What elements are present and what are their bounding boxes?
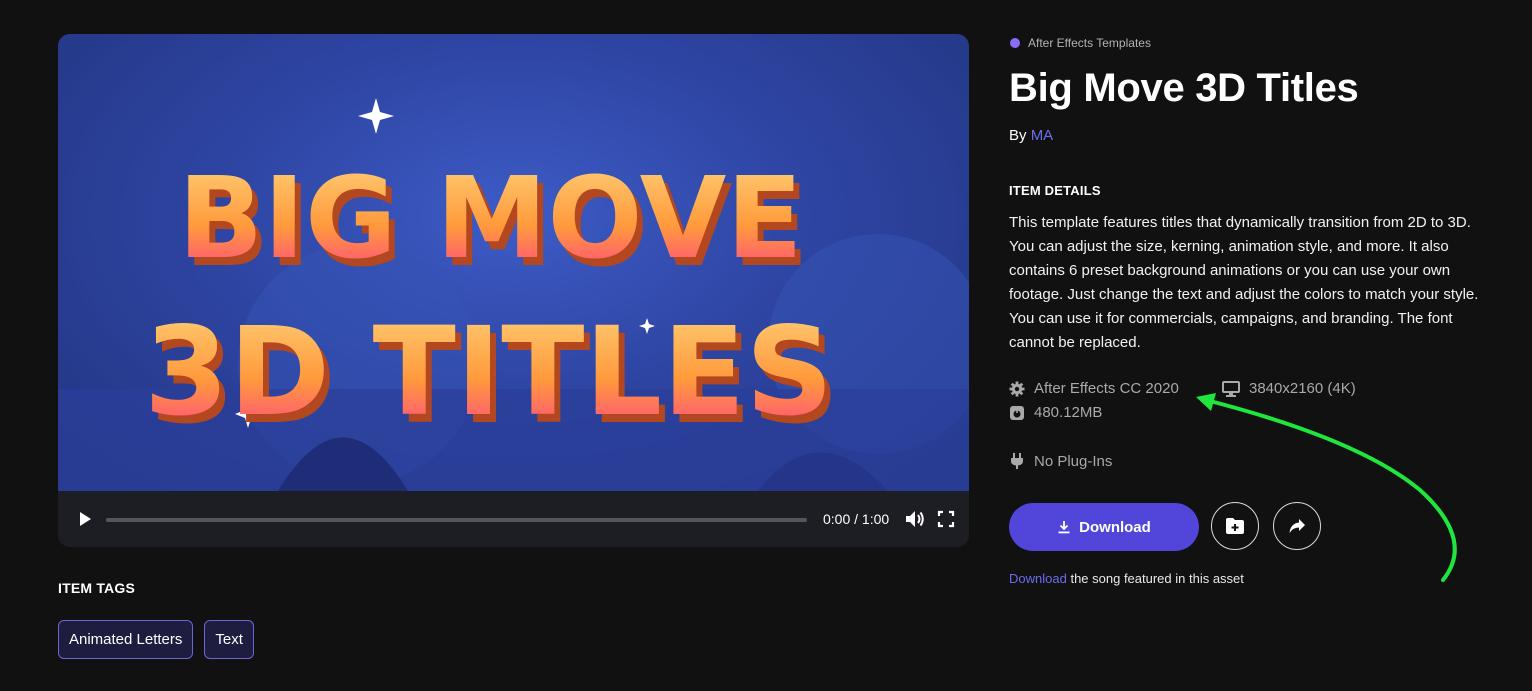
fullscreen-button[interactable]	[937, 510, 955, 528]
spec-file-size: 480.12MB	[1009, 404, 1102, 421]
asset-detail-page: BIG MOVE BIG MOVE 3D TITLES 3D TITLES 0:…	[0, 0, 1532, 691]
volume-icon	[906, 511, 924, 527]
spec-software-label: After Effects CC 2020	[1034, 380, 1179, 397]
tags-heading: ITEM TAGS	[58, 580, 135, 596]
poster-artwork: BIG MOVE BIG MOVE 3D TITLES 3D TITLES	[58, 98, 969, 491]
poster-line2: 3D TITLES	[144, 301, 833, 443]
song-note: Download the song featured in this asset	[1009, 571, 1244, 586]
video-poster[interactable]: BIG MOVE BIG MOVE 3D TITLES 3D TITLES	[58, 34, 969, 491]
poster-line1: BIG MOVE	[178, 154, 803, 284]
spec-plugins: No Plug-Ins	[1009, 452, 1112, 470]
author-link[interactable]: MA	[1031, 127, 1054, 144]
category-breadcrumb[interactable]: After Effects Templates	[1010, 36, 1151, 50]
time-display: 0:00 / 1:00	[823, 511, 890, 527]
tag-animated-letters[interactable]: Animated Letters	[58, 620, 194, 659]
download-button[interactable]: Download	[1009, 503, 1199, 551]
file-size-icon	[1010, 405, 1024, 420]
spec-file-size-label: 480.12MB	[1034, 404, 1103, 421]
fullscreen-icon	[937, 510, 955, 528]
spec-plugins-label: No Plug-Ins	[1034, 452, 1113, 470]
download-button-label: Download	[1079, 518, 1151, 536]
volume-button[interactable]	[904, 509, 926, 529]
song-download-link[interactable]: Download	[1009, 571, 1067, 586]
add-to-project-button[interactable]	[1211, 502, 1259, 550]
share-icon	[1289, 519, 1305, 533]
download-icon	[1058, 521, 1070, 534]
byline: By MA	[1009, 127, 1053, 144]
folder-add-icon	[1226, 518, 1244, 534]
video-player[interactable]: BIG MOVE BIG MOVE 3D TITLES 3D TITLES 0:…	[58, 34, 969, 547]
item-description: This template features titles that dynam…	[1009, 214, 1479, 351]
tag-list: Animated Letters Text	[58, 620, 254, 659]
page-title: Big Move 3D Titles	[1009, 66, 1359, 110]
details-heading: ITEM DETAILS	[1009, 183, 1101, 198]
share-button[interactable]	[1273, 502, 1321, 550]
monitor-icon	[1222, 380, 1240, 397]
tag-text[interactable]: Text	[204, 620, 254, 659]
progress-bar[interactable]	[106, 518, 807, 522]
spec-software: After Effects CC 2020	[1009, 380, 1179, 397]
byline-prefix: By	[1009, 127, 1027, 144]
player-controls: 0:00 / 1:00	[58, 491, 969, 547]
category-label: After Effects Templates	[1028, 36, 1151, 50]
play-icon	[80, 512, 91, 526]
plug-icon	[1011, 453, 1023, 469]
play-button[interactable]	[76, 510, 94, 528]
spec-resolution: 3840x2160 (4K)	[1222, 380, 1356, 397]
category-dot	[1010, 38, 1020, 48]
song-note-text: the song featured in this asset	[1070, 571, 1244, 586]
gear-icon	[1009, 381, 1025, 396]
spec-resolution-label: 3840x2160 (4K)	[1249, 380, 1356, 397]
